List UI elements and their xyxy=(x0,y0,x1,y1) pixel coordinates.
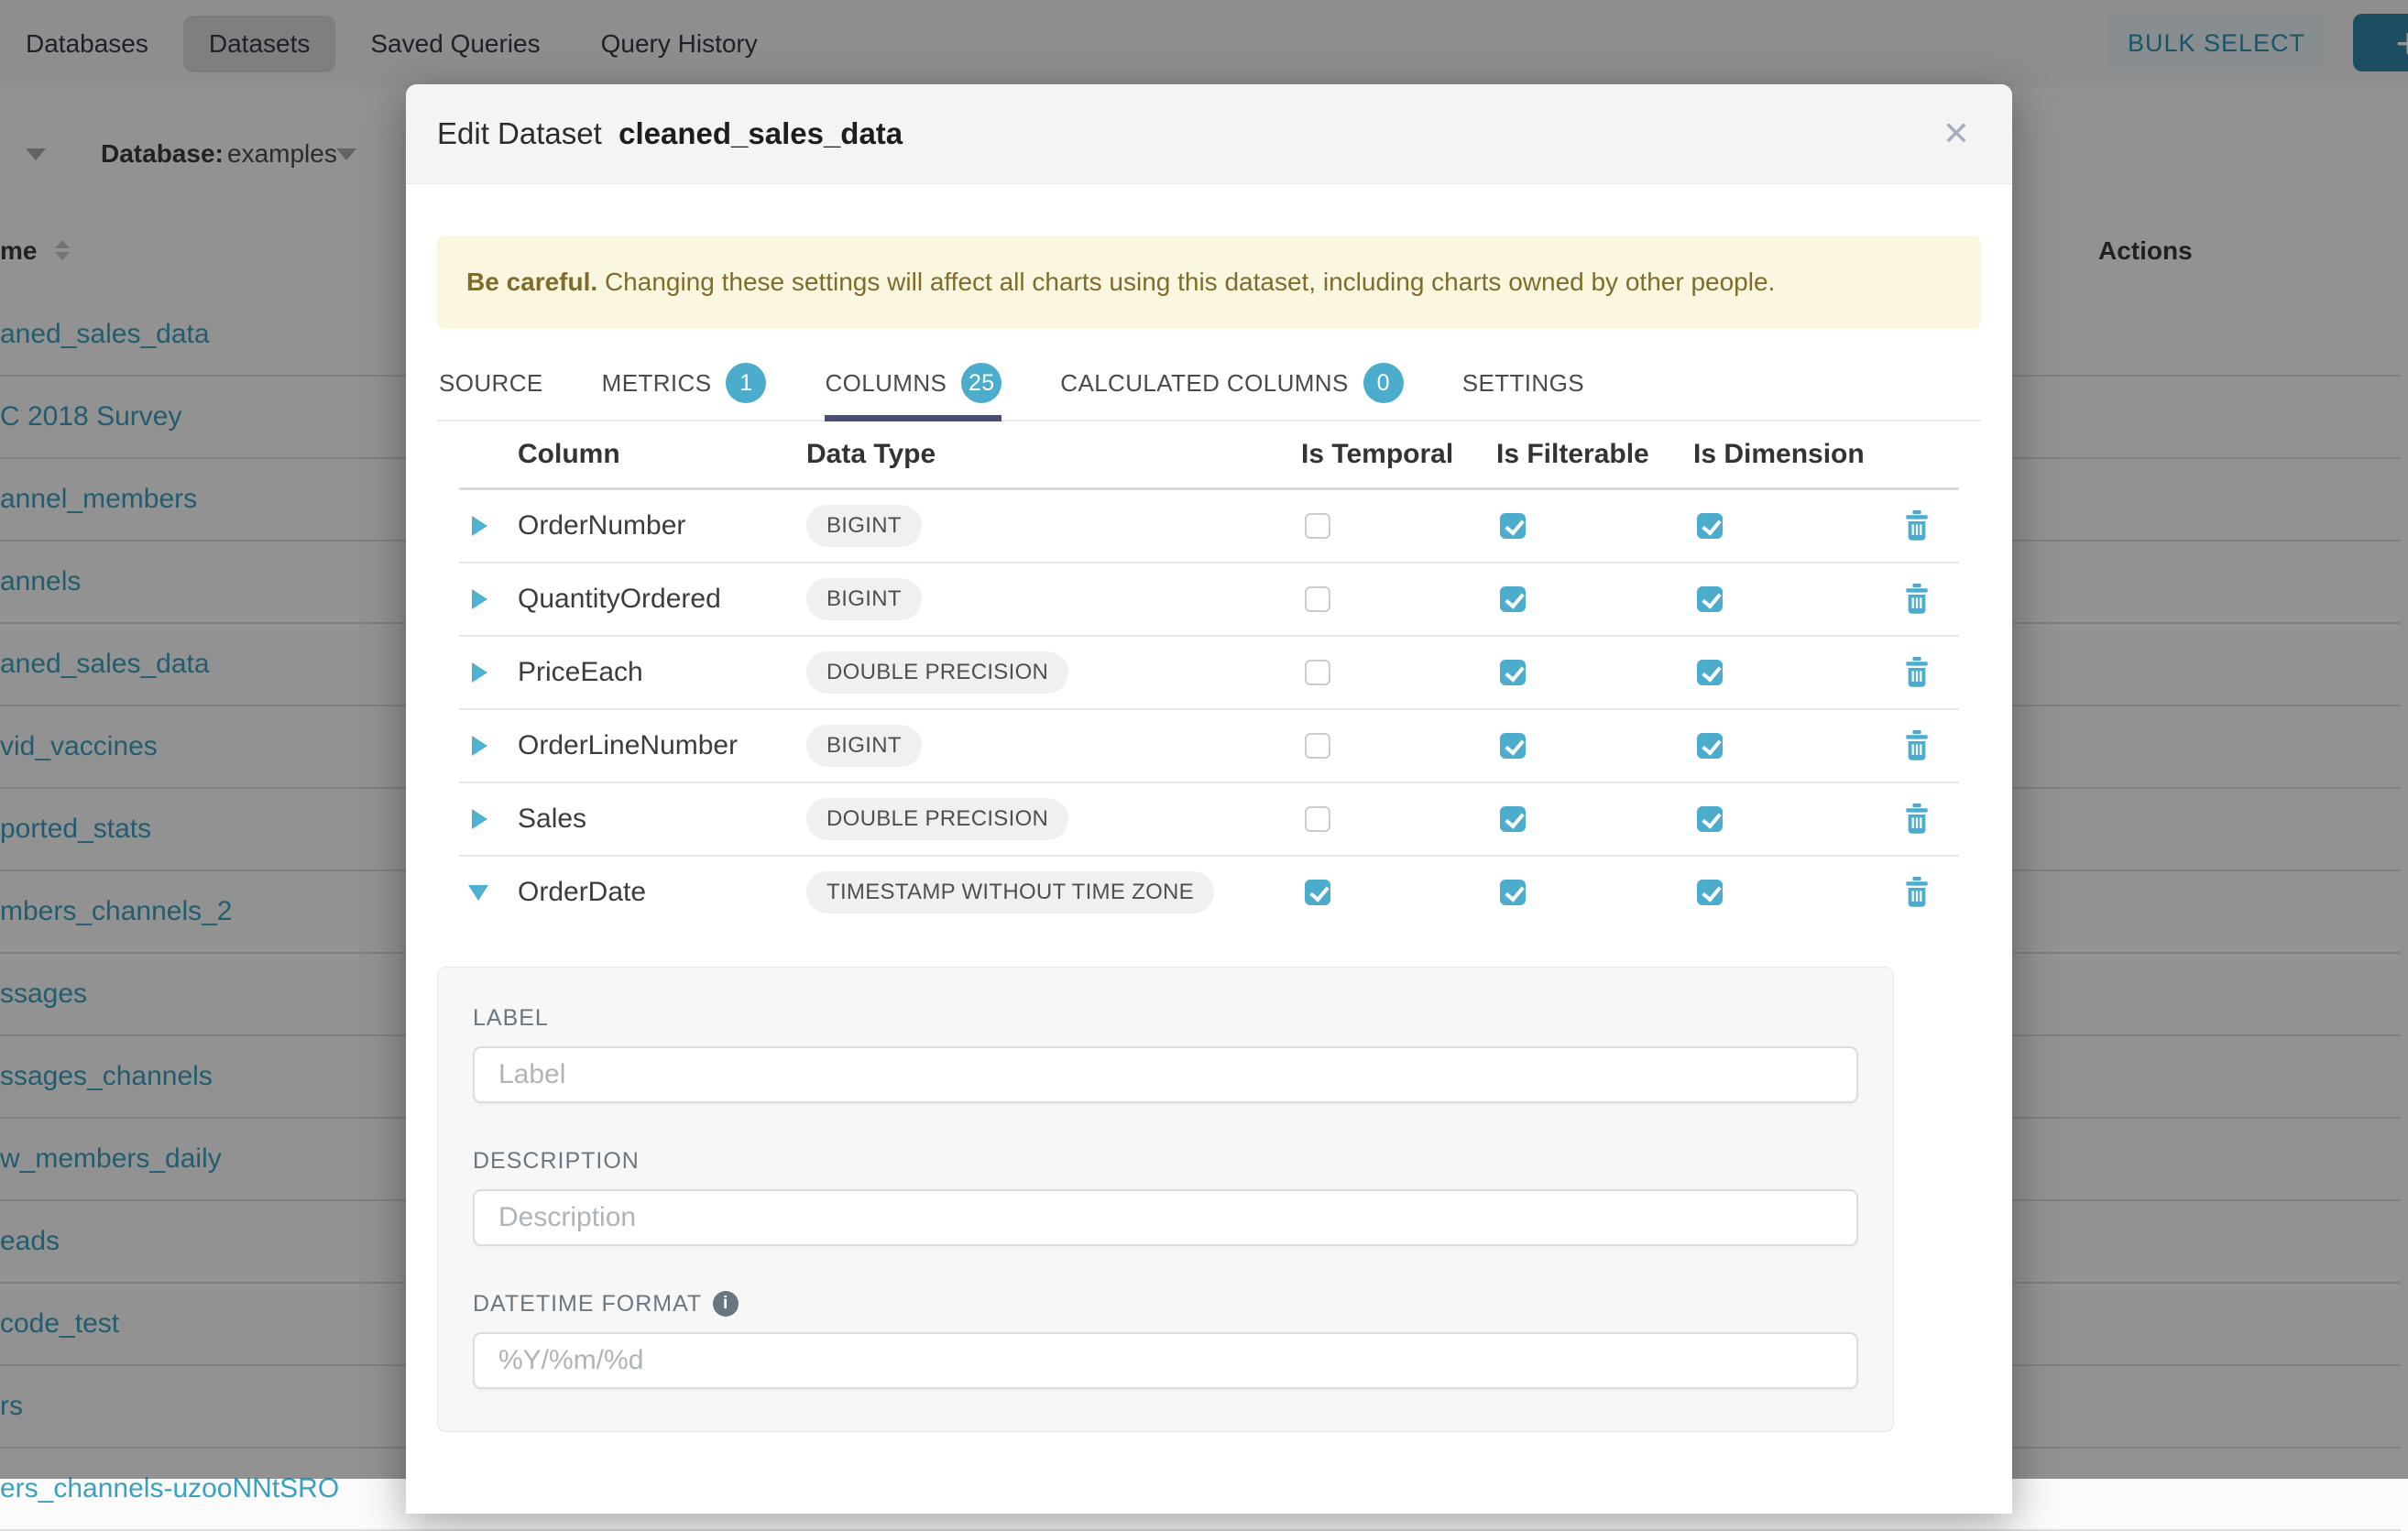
label-field-group: LABEL xyxy=(473,1004,1858,1103)
is-temporal-checkbox[interactable] xyxy=(1305,880,1330,905)
modal-title: Edit Dataset cleaned_sales_data xyxy=(437,116,903,151)
expand-caret-icon[interactable] xyxy=(472,809,487,829)
delete-column-button[interactable] xyxy=(1902,876,1932,909)
info-icon[interactable]: i xyxy=(713,1291,739,1317)
is-temporal-checkbox[interactable] xyxy=(1305,513,1330,539)
tab-label: SOURCE xyxy=(439,369,543,398)
column-name: Sales xyxy=(518,804,806,835)
expand-caret-icon[interactable] xyxy=(472,516,487,536)
is-temporal-header: Is Temporal xyxy=(1301,439,1496,470)
delete-column-button[interactable] xyxy=(1902,656,1932,689)
expand-caret-icon[interactable] xyxy=(472,662,487,683)
modal-title-dataset: cleaned_sales_data xyxy=(618,116,903,150)
data-type-pill: BIGINT xyxy=(806,578,922,620)
trash-icon xyxy=(1902,583,1932,615)
tab-metrics[interactable]: METRICS 1 xyxy=(602,351,767,421)
trash-icon xyxy=(1902,509,1932,541)
tab-source[interactable]: SOURCE xyxy=(439,351,543,421)
trash-icon xyxy=(1902,803,1932,835)
description-field-label: DESCRIPTION xyxy=(473,1147,1858,1175)
datetime-format-field-label: DATETIME FORMAT i xyxy=(473,1290,1858,1318)
data-type-pill: BIGINT xyxy=(806,505,922,547)
tab-count-badge: 25 xyxy=(961,363,1002,403)
data-type-header: Data Type xyxy=(806,439,1301,470)
column-row: PriceEachDOUBLE PRECISION xyxy=(459,637,1959,710)
columns-table: Column Data Type Is Temporal Is Filterab… xyxy=(459,421,1959,928)
modal-header: Edit Dataset cleaned_sales_data ✕ xyxy=(406,84,2012,184)
is-filterable-checkbox[interactable] xyxy=(1500,513,1526,539)
delete-column-button[interactable] xyxy=(1902,729,1932,762)
description-input[interactable] xyxy=(473,1189,1858,1246)
data-type-pill: DOUBLE PRECISION xyxy=(806,798,1068,840)
column-row: QuantityOrderedBIGINT xyxy=(459,563,1959,637)
label-field-label: LABEL xyxy=(473,1004,1858,1032)
warning-bold: Be careful. xyxy=(466,268,597,296)
label-input[interactable] xyxy=(473,1046,1858,1103)
trash-icon xyxy=(1902,876,1932,908)
is-filterable-checkbox[interactable] xyxy=(1500,806,1526,832)
is-temporal-checkbox[interactable] xyxy=(1305,586,1330,612)
is-dimension-header: Is Dimension xyxy=(1693,439,1886,470)
edit-dataset-modal: Edit Dataset cleaned_sales_data ✕ Be car… xyxy=(406,84,2012,1514)
delete-column-button[interactable] xyxy=(1902,583,1932,616)
column-name: OrderLineNumber xyxy=(518,730,806,761)
tab-label: METRICS xyxy=(602,369,712,398)
collapse-caret-icon[interactable] xyxy=(468,885,488,901)
is-filterable-checkbox[interactable] xyxy=(1500,586,1526,612)
tab-calculated-columns[interactable]: CALCULATED COLUMNS 0 xyxy=(1060,351,1403,421)
column-header: Column xyxy=(518,439,806,470)
warning-banner: Be careful. Changing these settings will… xyxy=(437,235,1981,329)
column-name: PriceEach xyxy=(518,657,806,688)
is-temporal-checkbox[interactable] xyxy=(1305,660,1330,685)
is-filterable-checkbox[interactable] xyxy=(1500,880,1526,905)
is-temporal-checkbox[interactable] xyxy=(1305,806,1330,832)
datetime-format-field-group: DATETIME FORMAT i xyxy=(473,1290,1858,1389)
columns-rows: OrderNumberBIGINT QuantityOrderedBIGINT … xyxy=(459,490,1959,928)
column-name: OrderNumber xyxy=(518,510,806,541)
is-dimension-checkbox[interactable] xyxy=(1697,660,1723,685)
is-dimension-checkbox[interactable] xyxy=(1697,806,1723,832)
close-icon[interactable]: ✕ xyxy=(1937,116,1976,151)
description-field-group: DESCRIPTION xyxy=(473,1147,1858,1246)
data-type-pill: TIMESTAMP WITHOUT TIME ZONE xyxy=(806,871,1214,913)
tab-count-badge: 1 xyxy=(726,363,766,403)
tab-label: SETTINGS xyxy=(1462,369,1584,398)
trash-icon xyxy=(1902,656,1932,688)
tab-settings[interactable]: SETTINGS xyxy=(1462,351,1584,421)
column-name: OrderDate xyxy=(518,877,806,908)
column-row: OrderNumberBIGINT xyxy=(459,490,1959,563)
is-filterable-checkbox[interactable] xyxy=(1500,733,1526,759)
is-dimension-checkbox[interactable] xyxy=(1697,733,1723,759)
column-row: OrderLineNumberBIGINT xyxy=(459,710,1959,783)
modal-tabs: SOURCE METRICS 1 COLUMNS 25 CALCULATED COLUMN… xyxy=(437,351,1981,421)
modal-body: Be careful. Changing these settings will… xyxy=(406,235,2012,1432)
tab-label: CALCULATED COLUMNS xyxy=(1060,369,1348,398)
data-type-pill: DOUBLE PRECISION xyxy=(806,651,1068,694)
delete-column-button[interactable] xyxy=(1902,803,1932,836)
delete-column-button[interactable] xyxy=(1902,509,1932,542)
tab-count-badge: 0 xyxy=(1363,363,1404,403)
warning-text: Changing these settings will affect all … xyxy=(597,268,1775,296)
is-temporal-checkbox[interactable] xyxy=(1305,733,1330,759)
columns-table-header: Column Data Type Is Temporal Is Filterab… xyxy=(459,421,1959,487)
is-filterable-checkbox[interactable] xyxy=(1500,660,1526,685)
is-dimension-checkbox[interactable] xyxy=(1697,513,1723,539)
data-type-pill: BIGINT xyxy=(806,725,922,767)
tab-columns[interactable]: COLUMNS 25 xyxy=(825,351,1002,421)
trash-icon xyxy=(1902,729,1932,761)
column-row: SalesDOUBLE PRECISION xyxy=(459,783,1959,857)
is-dimension-checkbox[interactable] xyxy=(1697,880,1723,905)
is-filterable-header: Is Filterable xyxy=(1496,439,1693,470)
is-dimension-checkbox[interactable] xyxy=(1697,586,1723,612)
datetime-format-input[interactable] xyxy=(473,1332,1858,1389)
expand-caret-icon[interactable] xyxy=(472,736,487,756)
column-name: QuantityOrdered xyxy=(518,584,806,615)
column-row: OrderDateTIMESTAMP WITHOUT TIME ZONE xyxy=(459,857,1959,928)
modal-title-prefix: Edit Dataset xyxy=(437,116,602,150)
column-editor-panel: LABEL DESCRIPTION DATETIME FORMAT i xyxy=(437,967,1894,1432)
tab-label: COLUMNS xyxy=(825,369,947,398)
expand-caret-icon[interactable] xyxy=(472,589,487,609)
